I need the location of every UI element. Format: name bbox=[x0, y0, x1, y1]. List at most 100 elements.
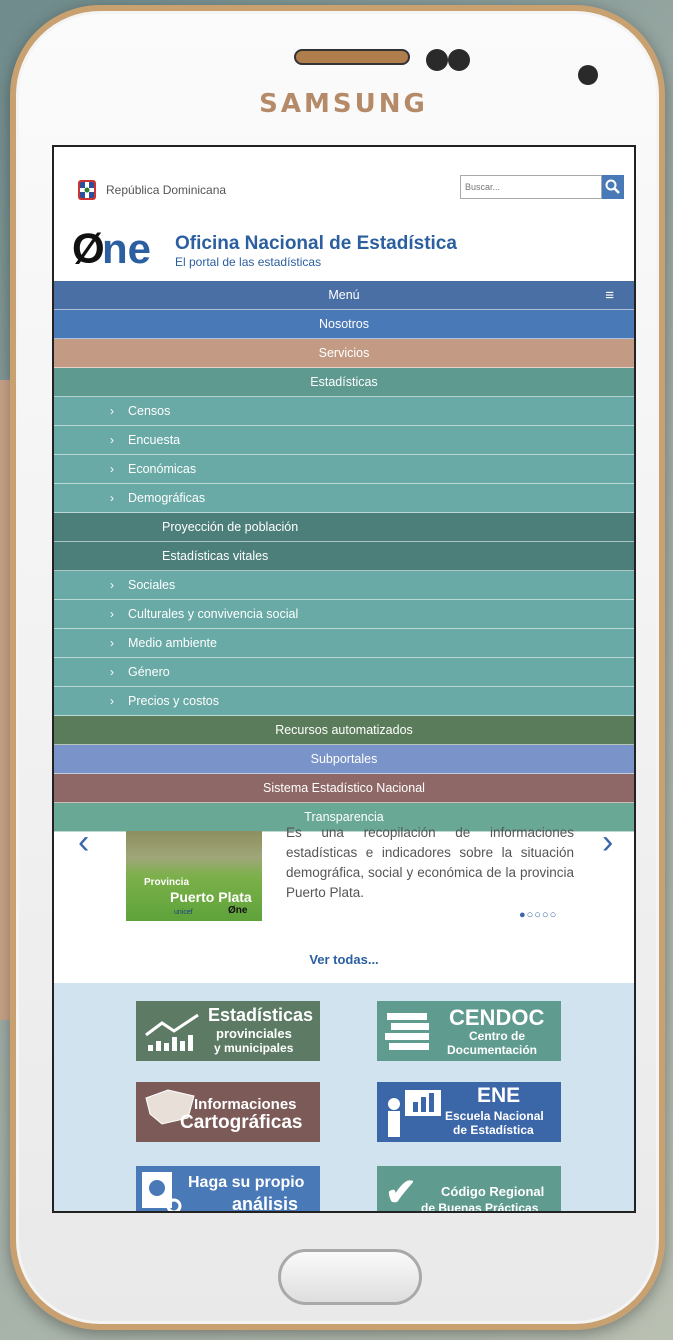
menu-item[interactable]: › Precios y costos bbox=[54, 687, 634, 716]
menu-item-label: Encuesta bbox=[128, 433, 181, 447]
tile-line2: de Buenas Prácticas bbox=[421, 1201, 539, 1213]
slider-dots[interactable]: ●○○○○ bbox=[519, 909, 557, 921]
menu-item[interactable]: › Medio ambiente bbox=[54, 629, 634, 658]
org-title: Oficina Nacional de Estadística bbox=[175, 233, 457, 254]
tile-line1: CENDOC bbox=[449, 1005, 545, 1030]
earpiece-speaker bbox=[294, 49, 410, 65]
checkmark-icon: ✔ bbox=[385, 1172, 417, 1213]
tile-line3: Documentación bbox=[447, 1043, 538, 1057]
one-logo-small: Øne bbox=[228, 905, 248, 916]
menu-item-label: Transparencia bbox=[304, 810, 384, 824]
chart-icon bbox=[145, 1013, 199, 1051]
tile-cendoc[interactable]: CENDOC Centro de Documentación bbox=[377, 1001, 561, 1061]
menu-item[interactable]: Estadísticas bbox=[54, 368, 634, 397]
tile-line2: análisis bbox=[232, 1194, 299, 1213]
menu-item[interactable]: Servicios bbox=[54, 339, 634, 368]
menu-item-label: Recursos automatizados bbox=[275, 723, 413, 737]
menu-title: Menú bbox=[328, 288, 360, 302]
tile-line1: Haga su propio bbox=[188, 1174, 305, 1191]
menu-item-label: Económicas bbox=[128, 462, 197, 476]
menu-item-label: Culturales y convivencia social bbox=[128, 607, 299, 621]
menu-item[interactable]: Subportales bbox=[54, 745, 634, 774]
tile-line1: ENE bbox=[477, 1084, 521, 1107]
tile-line3: y municipales bbox=[214, 1041, 294, 1055]
svg-text:Ø: Ø bbox=[72, 227, 105, 269]
analysis-icon bbox=[142, 1172, 182, 1211]
tile-line1: Estadísticas bbox=[208, 1005, 314, 1025]
menu-item[interactable]: Sistema Estadístico Nacional bbox=[54, 774, 634, 803]
menu-item[interactable]: › Económicas bbox=[54, 455, 634, 484]
chevron-right-icon: › bbox=[110, 578, 114, 592]
cover-line1: Provincia bbox=[144, 877, 190, 888]
tile-haga-su-propio-analisis[interactable]: Haga su propio análisis bbox=[136, 1166, 320, 1213]
menu-item[interactable]: › Censos bbox=[54, 397, 634, 426]
nav-menu: Menú ≡ Nosotros Servicios Estadísticas › Cen… bbox=[54, 281, 634, 832]
org-subtitle: El portal de las estadísticas bbox=[175, 255, 322, 269]
menu-list: Nosotros Servicios Estadísticas › Censos › Enc… bbox=[54, 310, 634, 832]
front-camera-icon bbox=[578, 65, 598, 85]
tile-line3: de Estadística bbox=[453, 1123, 534, 1137]
tile-line1: Código Regional bbox=[441, 1184, 545, 1199]
menu-item[interactable]: › Culturales y convivencia social bbox=[54, 600, 634, 629]
tile-line2: Escuela Nacional bbox=[445, 1109, 544, 1123]
menu-item-label: Estadísticas vitales bbox=[162, 549, 269, 563]
menu-item-label: Subportales bbox=[310, 752, 378, 766]
menu-item-label: Precios y costos bbox=[128, 694, 220, 708]
cover-line2: Puerto Plata bbox=[170, 889, 252, 905]
menu-item-label: Género bbox=[128, 665, 170, 679]
menu-item[interactable]: › Demográficas bbox=[54, 484, 634, 513]
publication-cover[interactable]: Provincia Puerto Plata unicef Øne bbox=[126, 831, 262, 921]
chevron-right-icon[interactable]: › bbox=[602, 823, 613, 862]
publication-description: Es una recopilación de informaciones est… bbox=[286, 825, 574, 900]
menu-item-label: Medio ambiente bbox=[128, 636, 217, 650]
tile-informaciones-cartograficas[interactable]: Informaciones Cartográficas bbox=[136, 1082, 320, 1142]
menu-item[interactable]: › Encuesta bbox=[54, 426, 634, 455]
ver-todas-link[interactable]: Ver todas... bbox=[54, 952, 634, 967]
search-input[interactable] bbox=[460, 175, 602, 199]
menu-item[interactable]: Estadísticas vitales bbox=[54, 542, 634, 571]
menu-item-label: Sociales bbox=[128, 578, 176, 592]
search-button[interactable] bbox=[602, 175, 624, 199]
menu-item-label: Servicios bbox=[318, 346, 370, 360]
tile-ene[interactable]: ENE Escuela Nacional de Estadística bbox=[377, 1082, 561, 1142]
tile-line2: provinciales bbox=[216, 1026, 292, 1041]
chevron-right-icon: › bbox=[110, 433, 114, 447]
tile-line2: Centro de bbox=[469, 1029, 526, 1043]
chevron-left-icon[interactable]: ‹ bbox=[78, 823, 89, 862]
menu-item-label: Demográficas bbox=[128, 491, 206, 505]
sensor-icon bbox=[426, 49, 448, 71]
coat-of-arms-icon bbox=[78, 180, 96, 200]
svg-text:ne: ne bbox=[102, 227, 151, 269]
search-icon bbox=[605, 179, 620, 194]
teacher-icon bbox=[388, 1090, 441, 1137]
unicef-logo: unicef bbox=[174, 909, 193, 916]
tile-codigo-regional[interactable]: ✔ Código Regional de Buenas Prácticas bbox=[377, 1166, 561, 1213]
one-logo[interactable]: Ø ne bbox=[72, 227, 170, 269]
tile-line2: Cartográficas bbox=[180, 1112, 303, 1133]
tile-estadisticas-provinciales[interactable]: Estadísticas provinciales y municipales bbox=[136, 1001, 320, 1061]
chevron-right-icon: › bbox=[110, 665, 114, 679]
hamburger-icon: ≡ bbox=[605, 287, 614, 304]
country-label: República Dominicana bbox=[106, 183, 227, 197]
chevron-right-icon: › bbox=[110, 404, 114, 418]
menu-toggle[interactable]: Menú ≡ bbox=[54, 281, 634, 310]
menu-item-label: Censos bbox=[128, 404, 171, 418]
menu-item-label: Nosotros bbox=[318, 317, 370, 331]
menu-item[interactable]: › Género bbox=[54, 658, 634, 687]
chevron-right-icon: › bbox=[110, 694, 114, 708]
menu-item[interactable]: Recursos automatizados bbox=[54, 716, 634, 745]
chevron-right-icon: › bbox=[110, 462, 114, 476]
chevron-right-icon: › bbox=[110, 636, 114, 650]
device-brand: SAMSUNG bbox=[259, 89, 428, 119]
home-button[interactable] bbox=[278, 1249, 422, 1305]
tile-line1: Informaciones bbox=[194, 1096, 297, 1113]
menu-item[interactable]: Nosotros bbox=[54, 310, 634, 339]
chevron-right-icon: › bbox=[110, 607, 114, 621]
menu-item-label: Proyección de población bbox=[162, 520, 299, 534]
menu-item-label: Estadísticas bbox=[310, 375, 378, 389]
menu-item[interactable]: Proyección de población bbox=[54, 513, 634, 542]
phone-screen: República Dominicana Ø ne Oficina Nacion… bbox=[52, 145, 636, 1213]
books-icon bbox=[385, 1013, 429, 1050]
menu-item[interactable]: › Sociales bbox=[54, 571, 634, 600]
sensor-icon bbox=[448, 49, 470, 71]
